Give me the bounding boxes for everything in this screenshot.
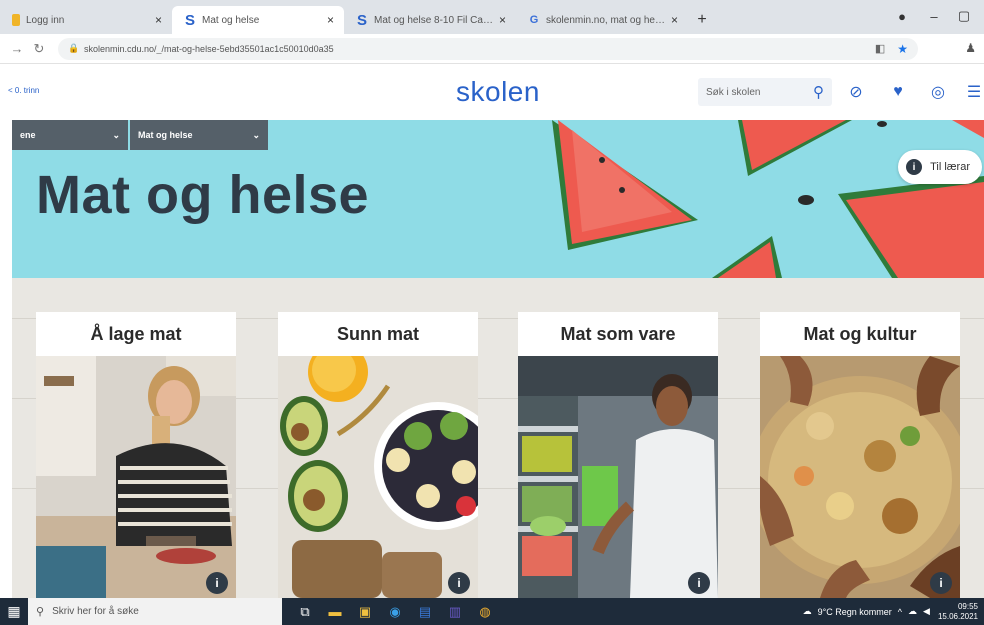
- profile-icon[interactable]: ♟: [965, 41, 976, 55]
- url-field[interactable]: 🔒 skolenmin.cdu.no/_/mat-og-helse-5ebd35…: [58, 37, 918, 60]
- search-icon: ⚲: [36, 606, 45, 618]
- close-icon[interactable]: ×: [155, 13, 162, 27]
- store-icon[interactable]: ▣: [350, 598, 380, 625]
- google-favicon-icon: G: [529, 14, 539, 26]
- chrome-icon[interactable]: ◍: [470, 598, 500, 625]
- network-icon[interactable]: ☁: [908, 606, 917, 617]
- close-icon[interactable]: ×: [671, 13, 678, 27]
- site-search-input[interactable]: Søk i skolen ⚲: [698, 78, 832, 106]
- card-image-healthy-food: [278, 356, 478, 598]
- grade-dropdown[interactable]: ene ⌄: [12, 120, 128, 150]
- browser-tab-login[interactable]: Logg inn ×: [0, 6, 172, 34]
- hero-banner: ene ⌄ Mat og helse ⌄ Mat og helse i Til …: [12, 120, 984, 278]
- user-settings-icon[interactable]: ◎: [928, 82, 948, 102]
- close-icon[interactable]: ×: [499, 13, 506, 27]
- info-icon[interactable]: i: [448, 572, 470, 594]
- windows-start-icon[interactable]: ▦: [0, 598, 28, 625]
- subject-dropdown-label: Mat og helse: [138, 130, 193, 140]
- info-icon: i: [906, 159, 923, 175]
- back-link[interactable]: < 0. trinn: [8, 86, 39, 95]
- card-image-cooking: [36, 356, 236, 598]
- skolen-favicon-icon: S: [356, 11, 367, 29]
- word-icon[interactable]: ▤: [410, 598, 440, 625]
- taskbar-search-placeholder: Skriv her for å søke: [52, 606, 139, 617]
- tab-title: Mat og helse 8-10 Fil Cappelen: [374, 14, 495, 26]
- browser-tab-google[interactable]: G skolenmin.no, mat og helse - G ×: [516, 6, 688, 34]
- tab-title: skolenmin.no, mat og helse - G: [546, 14, 667, 26]
- teams-icon[interactable]: ▥: [440, 598, 470, 625]
- topic-card-mat-og-kultur[interactable]: Mat og kultur i: [760, 312, 960, 598]
- topic-card-mat-som-vare[interactable]: Mat som vare i: [518, 312, 718, 598]
- site-header: < 0. trinn skolen Søk i skolen ⚲ ⊘ ♥ ◎ ☰: [0, 64, 984, 120]
- screen: Logg inn × S Mat og helse × S Mat og hel…: [0, 0, 984, 625]
- info-icon[interactable]: i: [930, 572, 952, 594]
- task-view-icon[interactable]: ⧉: [290, 598, 320, 625]
- heart-icon[interactable]: ♥: [888, 82, 908, 102]
- teacher-button-label: Til lærar: [930, 161, 970, 173]
- topic-card-a-lage-mat[interactable]: Å lage mat i: [36, 312, 236, 598]
- new-tab-button[interactable]: +: [688, 6, 716, 34]
- address-bar: → ↻ 🔒 skolenmin.cdu.no/_/mat-og-helse-5e…: [0, 34, 984, 64]
- windows-taskbar: ▦ ⚲ Skriv her for å søke ⧉ ▬ ▣ ◉ ▤ ▥ ◍ ☁…: [0, 598, 984, 625]
- topic-card-sunn-mat[interactable]: Sunn mat i: [278, 312, 478, 598]
- page-title: Mat og helse: [36, 165, 370, 225]
- browser-tab-cappelen[interactable]: S Mat og helse 8-10 Fil Cappelen ×: [344, 6, 516, 34]
- back-arrow-icon[interactable]: →: [6, 41, 28, 56]
- card-title: Mat og kultur: [803, 323, 917, 344]
- weather-text[interactable]: 9°C Regn kommer: [818, 607, 892, 617]
- subject-dropdown[interactable]: Mat og helse ⌄: [130, 120, 268, 150]
- info-icon[interactable]: i: [206, 572, 228, 594]
- bookmark-star-icon[interactable]: ★: [897, 42, 908, 56]
- edge-icon[interactable]: ◉: [380, 598, 410, 625]
- search-icon[interactable]: ⚲: [813, 83, 824, 101]
- weather-icon: ☁: [802, 606, 812, 616]
- info-icon[interactable]: i: [688, 572, 710, 594]
- maximize-icon[interactable]: ▢: [952, 6, 976, 26]
- chevron-down-icon: ⌄: [112, 129, 120, 140]
- tray-chevron-icon[interactable]: ^: [898, 607, 902, 617]
- browser-tabstrip: Logg inn × S Mat og helse × S Mat og hel…: [0, 0, 984, 34]
- card-image-grocery-store: [518, 356, 718, 598]
- card-title: Å lage mat: [90, 323, 182, 344]
- account-circle-icon[interactable]: ●: [890, 6, 914, 26]
- clock[interactable]: 09:55 15.06.2021: [938, 602, 978, 622]
- tab-title: Logg inn: [26, 14, 65, 26]
- card-title: Mat som vare: [560, 323, 676, 344]
- speaker-icon[interactable]: ◀: [923, 606, 930, 617]
- reload-icon[interactable]: ↻: [28, 41, 50, 57]
- url-text: skolenmin.cdu.no/_/mat-og-helse-5ebd3550…: [84, 43, 334, 54]
- extension-icon[interactable]: ◧: [875, 42, 885, 55]
- card-title: Sunn mat: [336, 323, 419, 344]
- card-image-culture-food: [760, 356, 960, 598]
- system-tray: ☁ 9°C Regn kommer ^ ☁ ◀ 09:55 15.06.2021: [797, 598, 978, 625]
- lock-icon: [12, 14, 20, 26]
- grade-dropdown-label: ene: [20, 130, 36, 140]
- teacher-button[interactable]: i Til lærar: [898, 150, 982, 184]
- taskbar-search-input[interactable]: ⚲ Skriv her for å søke: [28, 598, 282, 625]
- compass-icon[interactable]: ⊘: [846, 82, 866, 102]
- secure-lock-icon: 🔒: [68, 43, 80, 53]
- breadcrumb-dropdowns: ene ⌄ Mat og helse ⌄: [12, 120, 268, 150]
- search-placeholder: Søk i skolen: [706, 86, 761, 98]
- file-explorer-icon[interactable]: ▬: [320, 598, 350, 625]
- clock-time: 09:55: [957, 601, 978, 611]
- tab-title: Mat og helse: [202, 14, 260, 26]
- browser-tab-mat-og-helse[interactable]: S Mat og helse ×: [172, 6, 344, 34]
- clock-date: 15.06.2021: [937, 611, 978, 621]
- close-icon[interactable]: ×: [327, 13, 334, 27]
- chevron-down-icon: ⌄: [252, 129, 260, 140]
- skolen-favicon-icon: S: [184, 11, 195, 29]
- minimize-icon[interactable]: –: [922, 6, 946, 26]
- skolen-logo[interactable]: skolen: [456, 76, 540, 108]
- menu-icon[interactable]: ☰: [964, 82, 984, 102]
